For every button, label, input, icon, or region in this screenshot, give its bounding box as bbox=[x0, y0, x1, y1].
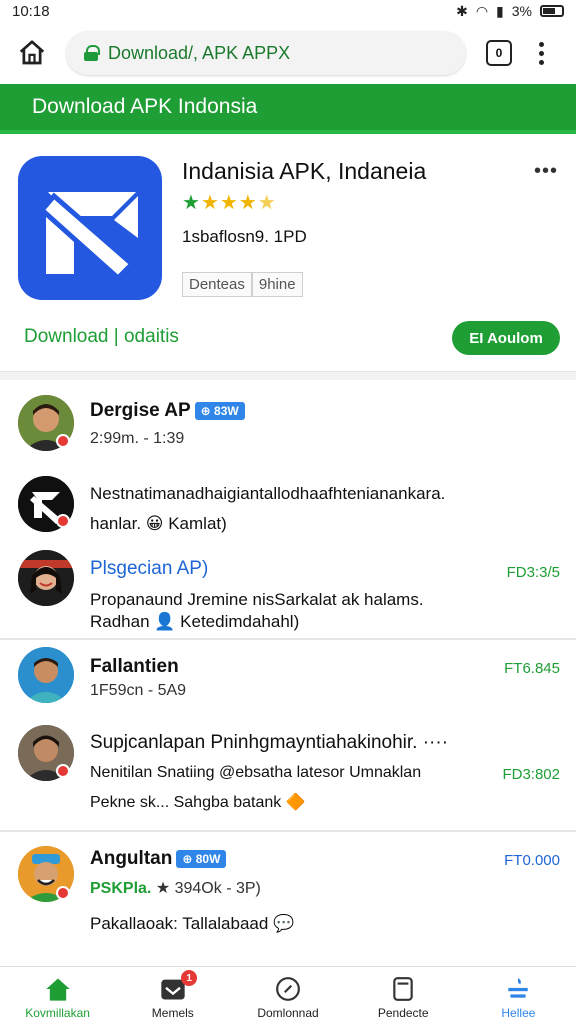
notification-badge: 1 bbox=[181, 970, 198, 986]
list-item[interactable]: Angultan ⊕ 80W FT0.000 PSKPla. ★ 394Ok - … bbox=[0, 840, 576, 950]
download-button[interactable]: EI Aoulom bbox=[452, 321, 560, 355]
price-label: FD3:802 bbox=[502, 766, 560, 783]
price-label: FT6.845 bbox=[504, 660, 560, 677]
status-icons: ✱ ◠ ▮ 3% bbox=[456, 3, 564, 20]
verified-badge: ⊕ 80W bbox=[176, 849, 227, 868]
chip[interactable]: Denteas bbox=[182, 272, 252, 297]
download-link[interactable]: Download | odaitis bbox=[24, 326, 179, 348]
app-meta: 1sbaflosn9. 1PD bbox=[182, 227, 307, 246]
nav-download[interactable]: Domlonnad bbox=[230, 967, 345, 1024]
user-name: Plsgecian AP) bbox=[90, 558, 209, 579]
more-options-icon[interactable]: ••• bbox=[534, 160, 558, 183]
site-header: Download APK Indonsia bbox=[0, 84, 576, 134]
user-name: Angultan ⊕ 80W bbox=[90, 848, 227, 870]
post-text: Nestnatimanadhaigiantallodhaafhtenianank… bbox=[90, 484, 446, 503]
divider bbox=[0, 830, 576, 832]
home-icon bbox=[19, 40, 45, 65]
signal-icon: ▮ bbox=[496, 2, 504, 19]
nav-home[interactable]: Kovmillakan bbox=[0, 967, 115, 1024]
list-item[interactable]: Fallantien FT6.845 1F59cn - 5A9 bbox=[0, 646, 576, 714]
status-dot bbox=[56, 764, 70, 778]
wifi-icon: ◠ bbox=[475, 2, 489, 19]
user-name: Dergise AP ⊕ 83W bbox=[90, 400, 245, 422]
status-dot bbox=[56, 886, 70, 900]
bottom-nav: Kovmillakan 1 Memels Domlonnad Pendecte … bbox=[0, 966, 576, 1024]
tools-icon bbox=[508, 978, 529, 998]
nav-label: Domlonnad bbox=[257, 1006, 319, 1020]
compass-icon bbox=[276, 977, 300, 1001]
post-text: Pakallaoak: Tallalabaad 💬 bbox=[90, 914, 295, 933]
app-card: Indanisia APK, Indaneia ••• ★ ★ ★ ★ ★ 1s… bbox=[0, 140, 576, 372]
star-icon: ★ bbox=[238, 192, 257, 214]
home-icon bbox=[45, 978, 70, 1001]
post-text: Nenitilan Snatiing @ebsatha latesor Umna… bbox=[90, 764, 422, 781]
battery-icon bbox=[540, 5, 564, 17]
nav-label: Kovmillakan bbox=[25, 1006, 90, 1020]
nav-label: Memels bbox=[151, 1006, 194, 1020]
nav-messages[interactable]: 1 Memels bbox=[115, 967, 230, 1024]
post-text-secondary: Pekne sk... Sahgba batank 🔶 bbox=[90, 794, 306, 811]
post-text-secondary: Radhan 👤 Ketedimdahahl) bbox=[90, 612, 300, 631]
user-meta: 2:99m. - 1:39 bbox=[90, 430, 185, 447]
section-gap bbox=[0, 372, 576, 380]
star-icon: ★ bbox=[219, 192, 238, 214]
verified-badge: ⊕ 83W bbox=[194, 401, 245, 420]
battery-percent: 3% bbox=[511, 3, 532, 19]
post-title: Supjcanlapan Pninhgmayntiahakinohir. ···… bbox=[90, 732, 449, 753]
user-name: Fallantien bbox=[90, 656, 179, 677]
post-text-secondary: hanlar. 😀 Kamlat) bbox=[90, 514, 227, 533]
list-item[interactable]: Nestnatimanadhaigiantallodhaafhtenianank… bbox=[0, 474, 576, 538]
price-label: FD3:3/5 bbox=[506, 564, 560, 581]
browser-toolbar: Download/, APK APPX 0 bbox=[0, 22, 576, 84]
home-button[interactable] bbox=[10, 31, 54, 75]
avatar[interactable] bbox=[18, 647, 74, 703]
app-chips: Denteas 9hine bbox=[182, 272, 303, 297]
browser-menu-button[interactable] bbox=[536, 41, 546, 65]
list-item[interactable]: Plsgecian AP) FD3:3/5 Propanaund Jremine… bbox=[0, 550, 576, 636]
tab-switcher-button[interactable]: 0 bbox=[486, 40, 512, 66]
half-star-icon: ★ bbox=[257, 192, 276, 214]
star-icon: ★ bbox=[182, 192, 200, 214]
app-title: Indanisia APK, Indaneia bbox=[182, 158, 427, 184]
avatar[interactable] bbox=[18, 550, 74, 606]
chip[interactable]: 9hine bbox=[251, 272, 303, 297]
tablet-icon bbox=[393, 977, 413, 1001]
price-label: FT0.000 bbox=[504, 852, 560, 869]
divider bbox=[0, 638, 576, 640]
nav-help[interactable]: Hellee bbox=[461, 967, 576, 1024]
nav-label: Pendecte bbox=[377, 1006, 429, 1020]
user-meta: PSKPla. ★ 394Ok - 3P) bbox=[90, 880, 261, 897]
list-item[interactable]: Supjcanlapan Pninhgmayntiahakinohir. ···… bbox=[0, 722, 576, 822]
status-time: 10:18 bbox=[12, 2, 50, 20]
rating-stars: ★ ★ ★ ★ ★ bbox=[182, 190, 276, 215]
status-bar: 10:18 ✱ ◠ ▮ 3% bbox=[0, 0, 576, 22]
site-title: Download APK Indonsia bbox=[32, 95, 258, 118]
star-icon: ★ bbox=[200, 192, 219, 214]
app-icon[interactable] bbox=[18, 156, 162, 300]
status-dot bbox=[56, 514, 70, 528]
url-text: Download/, APK APPX bbox=[108, 42, 291, 63]
tab-count: 0 bbox=[495, 46, 503, 60]
status-dot bbox=[56, 434, 70, 448]
bluetooth-icon: ✱ bbox=[456, 2, 468, 19]
url-bar[interactable]: Download/, APK APPX bbox=[66, 31, 466, 75]
list-item[interactable]: Dergise AP ⊕ 83W 2:99m. - 1:39 bbox=[0, 392, 576, 462]
post-text: Propanaund Jremine nisSarkalat ak halams… bbox=[90, 590, 424, 609]
user-meta: 1F59cn - 5A9 bbox=[90, 682, 187, 699]
lock-icon bbox=[84, 45, 100, 61]
nav-pending[interactable]: Pendecte bbox=[346, 967, 461, 1024]
nav-label: Hellee bbox=[501, 1006, 536, 1020]
